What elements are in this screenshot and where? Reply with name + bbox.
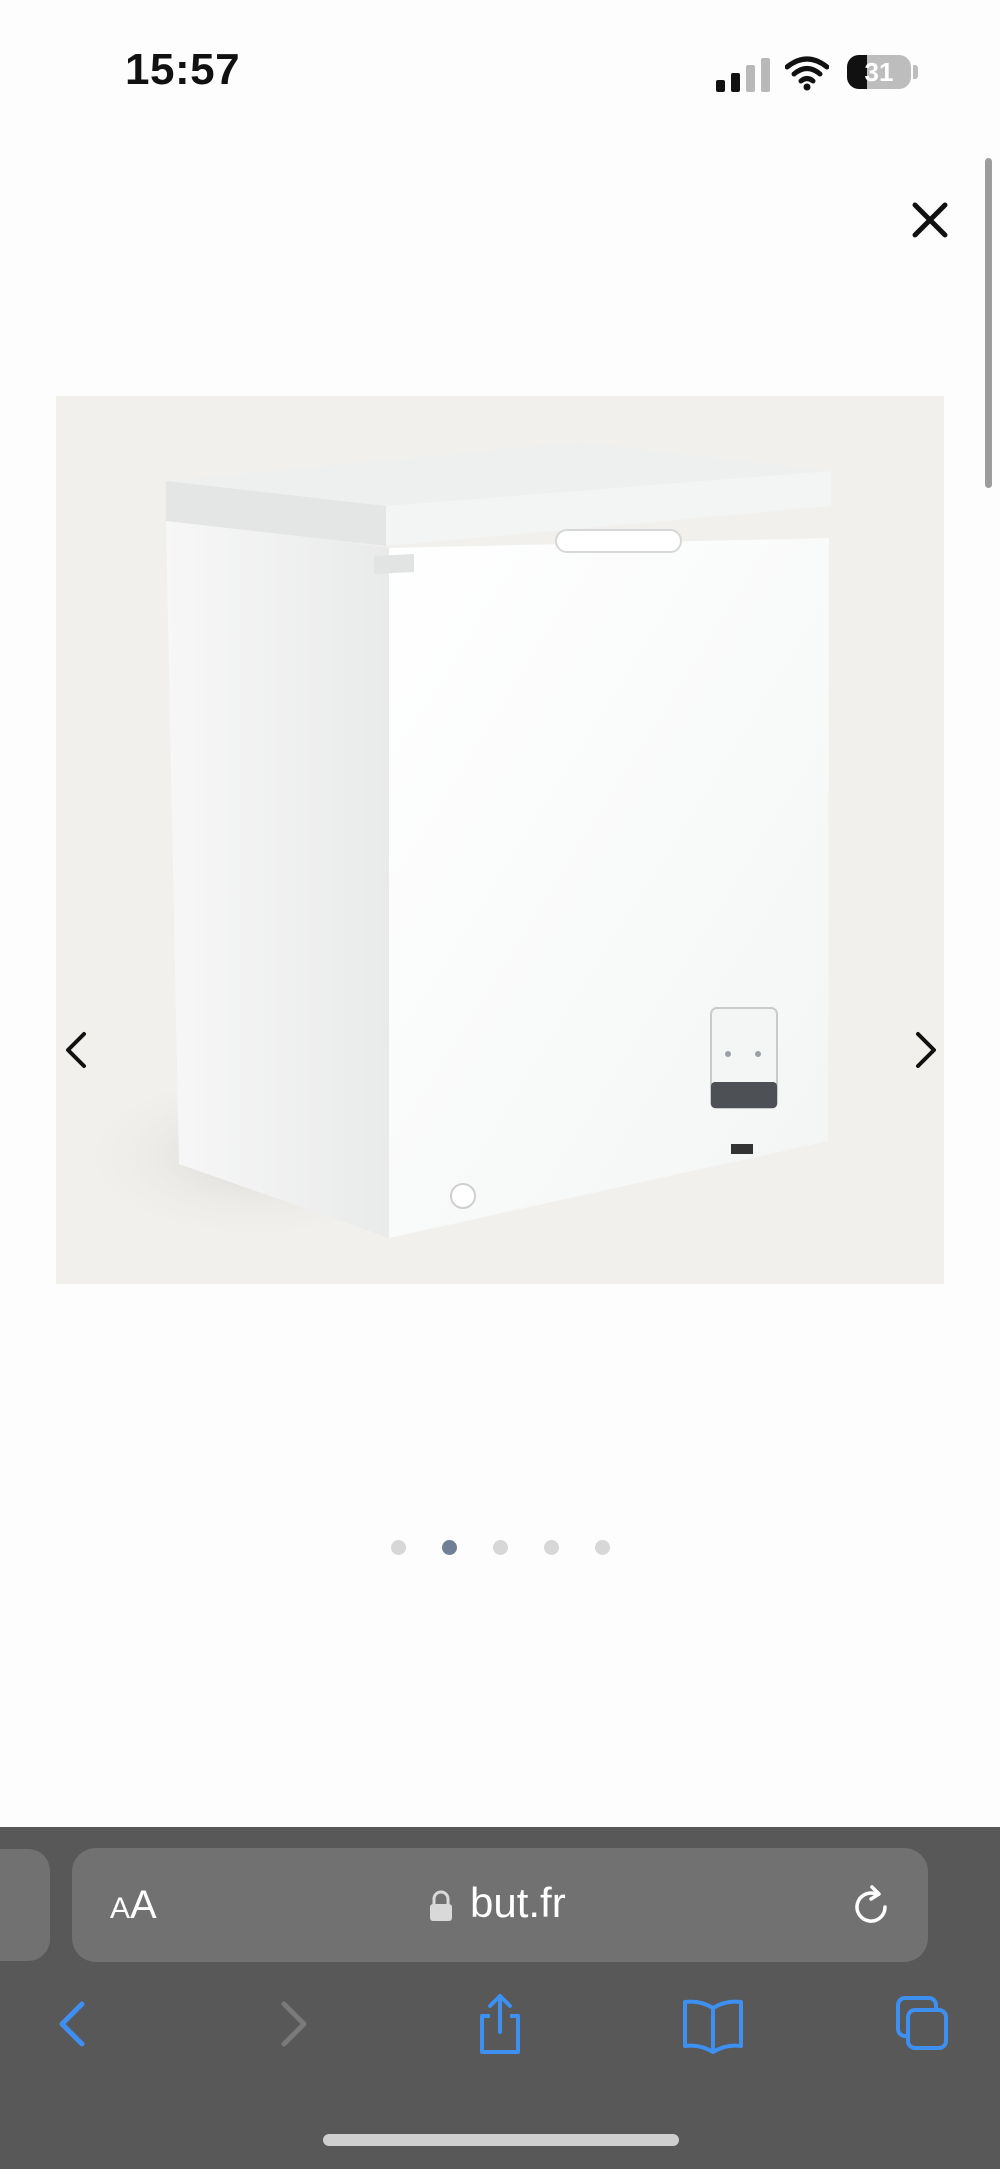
wifi-icon <box>785 56 829 91</box>
reload-icon[interactable] <box>846 1882 896 1932</box>
text-size-small-label: A <box>110 1892 131 1925</box>
close-icon[interactable] <box>900 190 960 250</box>
cellular-signal-icon <box>716 56 770 92</box>
lock-icon <box>430 1890 452 1921</box>
pagination-dot[interactable] <box>390 1540 406 1555</box>
pagination-dot[interactable] <box>492 1540 508 1555</box>
text-size-large-label: A <box>130 1883 157 1927</box>
bookmarks-icon[interactable] <box>680 1990 746 2058</box>
battery-icon: 31 <box>847 55 911 89</box>
url-text: but.fr <box>470 1879 566 1926</box>
battery-tip <box>913 65 918 79</box>
home-indicator[interactable] <box>323 2134 679 2146</box>
signal-bar <box>716 80 725 92</box>
product-image[interactable] <box>56 396 944 1284</box>
share-icon[interactable] <box>470 1990 530 2058</box>
chest-freezer-illustration <box>66 442 831 1246</box>
status-bar: 15:57 31 <box>0 0 1000 150</box>
signal-bar <box>761 58 770 92</box>
back-chevron-icon[interactable] <box>44 1990 104 2058</box>
carousel-pagination <box>0 1540 1000 1564</box>
chevron-right-icon[interactable] <box>898 1010 954 1090</box>
page-scrollbar[interactable] <box>985 158 992 488</box>
pagination-dot[interactable] <box>543 1540 559 1555</box>
forward-chevron-icon[interactable] <box>262 1990 322 2058</box>
previous-tab-preview[interactable] <box>0 1849 50 1961</box>
signal-bar <box>746 65 755 92</box>
status-time: 15:57 <box>125 45 241 94</box>
pagination-dot-active[interactable] <box>441 1540 457 1555</box>
text-size-button[interactable]: AA <box>110 1883 157 1928</box>
pagination-dot[interactable] <box>594 1540 610 1555</box>
chevron-left-icon[interactable] <box>48 1010 104 1090</box>
signal-bar <box>731 73 740 92</box>
tabs-icon[interactable] <box>892 1990 952 2058</box>
battery-level: 31 <box>864 57 894 87</box>
